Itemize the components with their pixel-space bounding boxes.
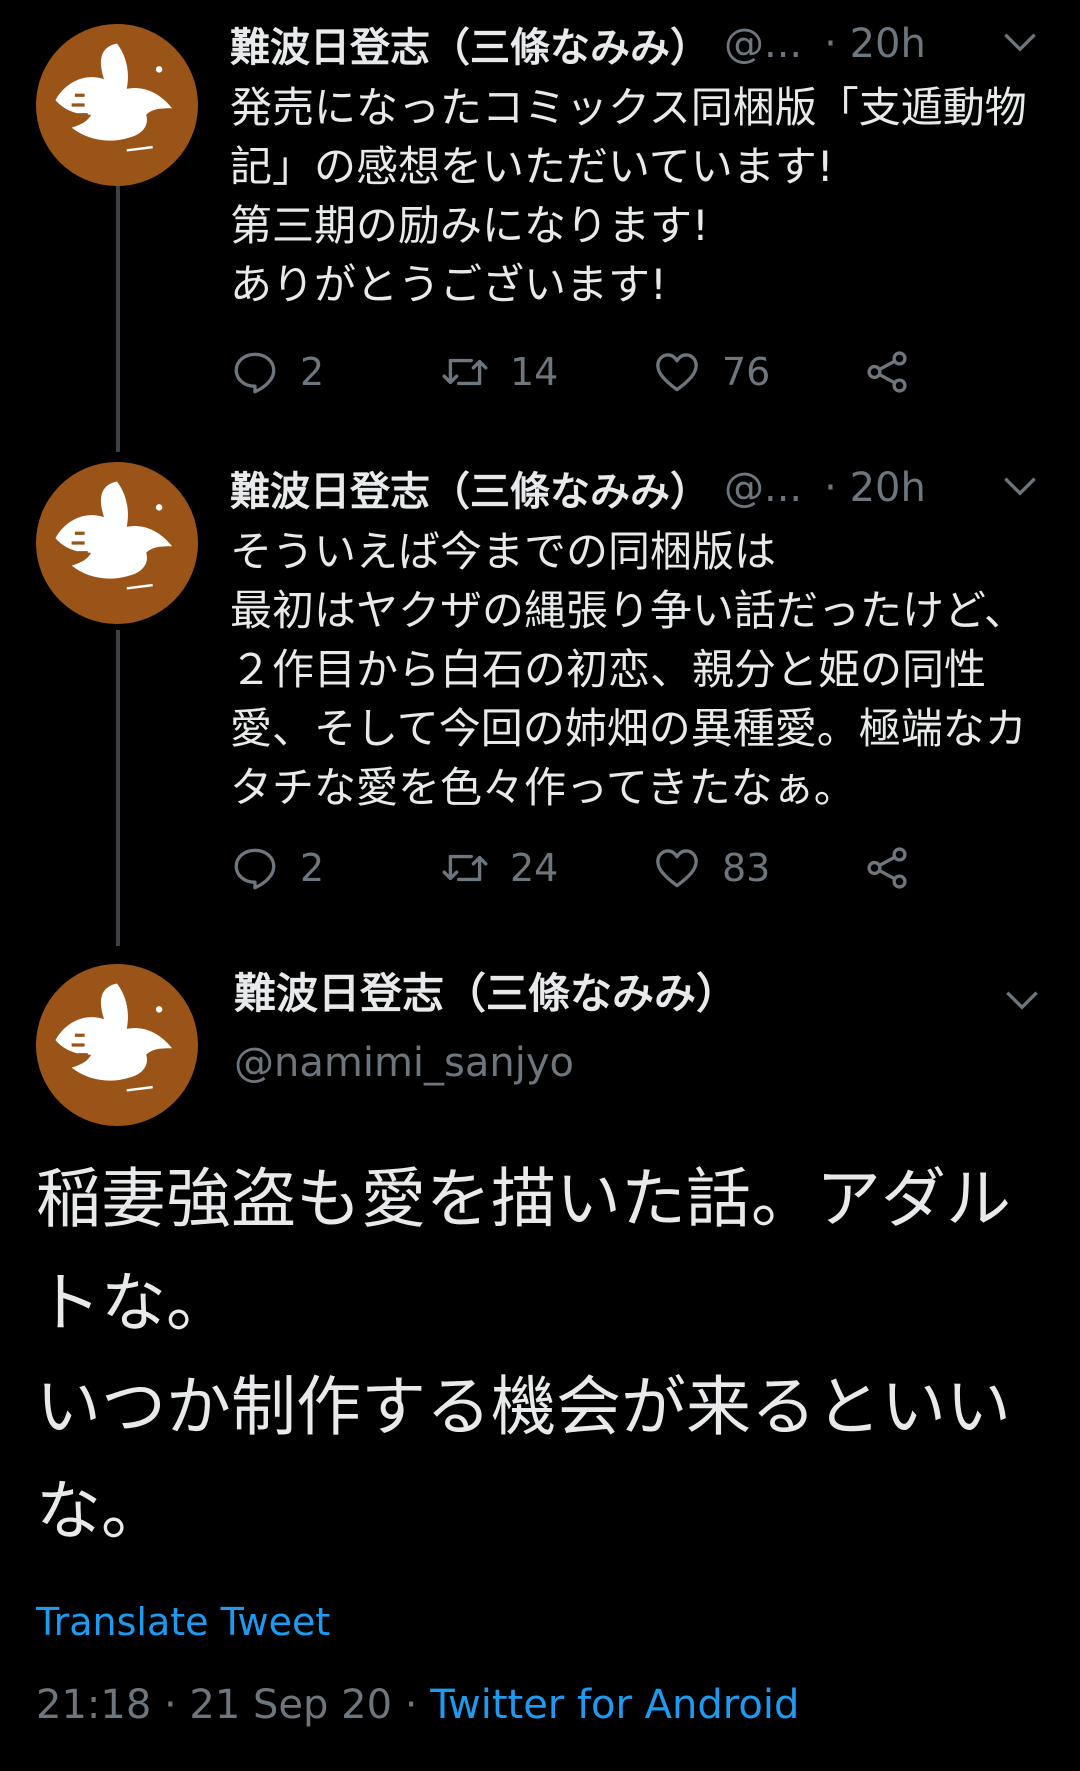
heart-outline-icon [656,849,698,888]
dove-avatar-icon [55,43,173,152]
main-tweet: 難波日登志（三條なみみ） @namimi_sanjyo [0,960,1080,1140]
user-handle[interactable]: @namimi_sanjyo [234,1040,574,1086]
display-name[interactable]: 難波日登志（三條なみみ） [230,459,710,517]
tweet-time[interactable]: · 20h [824,21,926,67]
tweet-header: 難波日登志（三條なみみ） @... · 20h [230,12,1050,76]
retweet-button[interactable]: 14 [440,342,558,402]
share-button[interactable] [862,838,912,898]
avatar[interactable] [36,964,198,1126]
retweet-count: 24 [510,846,559,890]
share-nodes-icon [867,847,907,889]
tweet-text: そういえば今までの同梱版は 最初はヤクザの縄張り争い話だったけど、２作目から白石… [230,527,1027,812]
user-handle[interactable]: @... [724,465,802,511]
dove-avatar-icon [55,983,173,1092]
tweet-source-link[interactable]: Twitter for Android [430,1682,799,1728]
reply-button[interactable]: 2 [230,342,324,402]
retweet-arrows-icon [442,854,488,882]
tweet-2[interactable]: 難波日登志（三條なみみ） @... · 20h そういえば今までの同梱版は 最初… [0,456,1080,916]
tweet-text: 発売になったコミックス同梱版「支遁動物記」の感想をいただいています! 第三期の励… [230,83,1027,309]
reply-bubble-icon [234,848,276,890]
chevron-down-icon[interactable] [1000,978,1044,1022]
tweet-header: 難波日登志（三條なみみ） @... · 20h [230,456,1050,520]
retweet-count: 14 [510,350,559,394]
reply-bubble-icon [234,352,276,394]
like-count: 76 [722,350,771,394]
reply-count: 2 [300,350,325,394]
heart-outline-icon [656,353,698,392]
user-handle[interactable]: @... [724,21,802,67]
retweet-button[interactable]: 24 [440,838,558,898]
retweet-arrows-icon [442,358,488,386]
dove-avatar-icon [55,481,173,590]
like-button[interactable]: 76 [652,342,770,402]
like-count: 83 [722,846,771,890]
avatar[interactable] [36,24,198,186]
share-button[interactable] [862,342,912,402]
main-tweet-text: 稲妻強盗も愛を描いた話。アダルトな。 いつか制作する機会が来るといいな。 [36,1162,1012,1549]
translate-tweet-link[interactable]: Translate Tweet [36,1600,330,1644]
tweet-meta: 21:18 · 21 Sep 20 · Twitter for Android [36,1682,799,1728]
tweet-1[interactable]: 難波日登志（三條なみみ） @... · 20h 発売になったコミックス同梱版「支… [0,12,1080,412]
avatar[interactable] [36,462,198,624]
tweet-actions: 2 14 76 [230,342,950,402]
like-button[interactable]: 83 [652,838,770,898]
reply-button[interactable]: 2 [230,838,324,898]
display-name[interactable]: 難波日登志（三條なみみ） [230,15,710,73]
tweet-actions: 2 24 83 [230,838,950,898]
chevron-down-icon[interactable] [998,20,1042,64]
share-nodes-icon [867,351,907,393]
tweet-timestamp: 21:18 · 21 Sep 20 · [36,1682,431,1728]
display-name[interactable]: 難波日登志（三條なみみ） [234,960,738,1021]
chevron-down-icon[interactable] [998,464,1042,508]
reply-count: 2 [300,846,325,890]
tweet-time[interactable]: · 20h [824,465,926,511]
